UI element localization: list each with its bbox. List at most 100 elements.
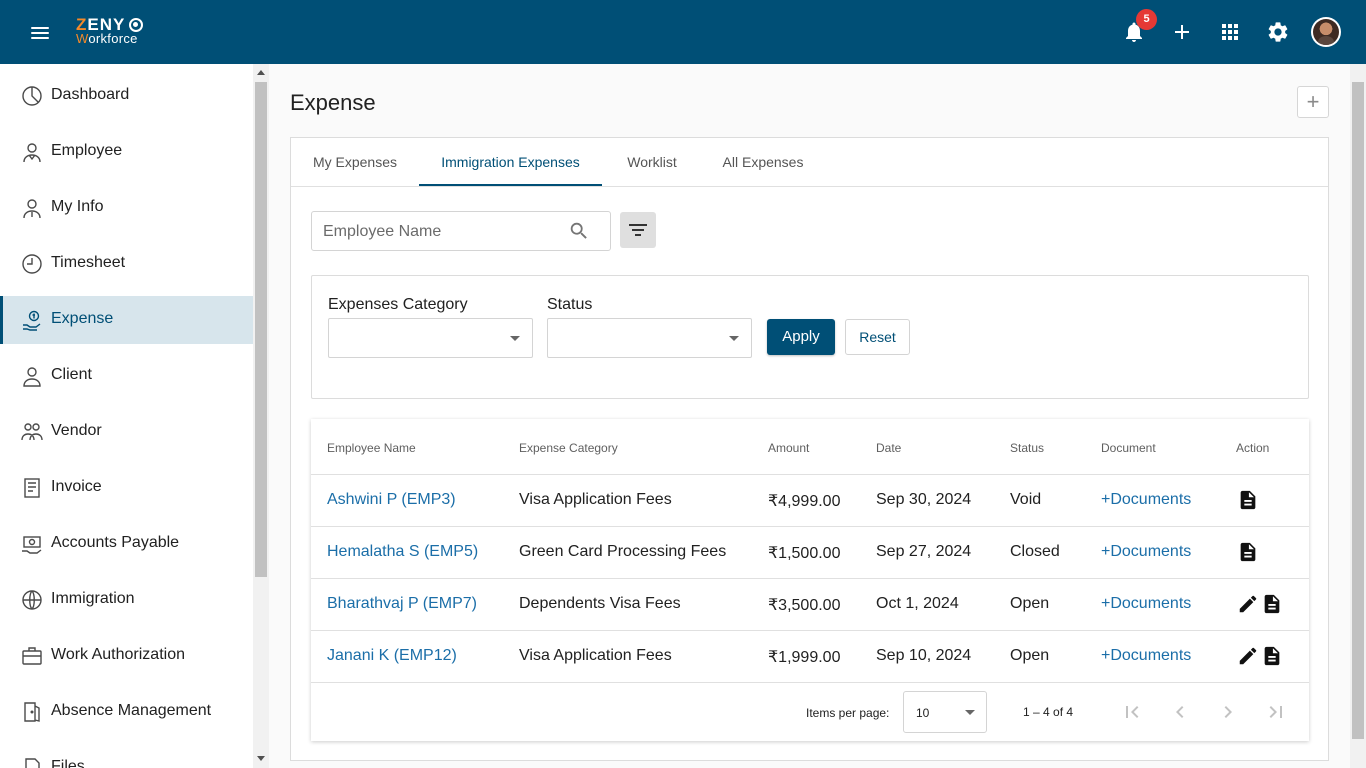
tab-bar: My Expenses Immigration Expenses Worklis… xyxy=(291,138,1328,187)
status-select[interactable] xyxy=(547,318,752,358)
dashboard-icon xyxy=(21,85,43,107)
sidebar-item-accounts-payable[interactable]: Accounts Payable xyxy=(0,520,253,568)
table-row: Ashwini P (EMP3) Visa Application Fees ₹… xyxy=(311,475,1309,527)
page-size-select[interactable]: 10 xyxy=(903,691,987,733)
menu-icon[interactable] xyxy=(28,21,52,43)
employee-icon xyxy=(21,141,43,163)
sidebar-item-my-info[interactable]: My Info xyxy=(0,184,253,232)
next-page-icon[interactable] xyxy=(1216,700,1240,724)
expense-icon xyxy=(21,309,43,331)
search-icon[interactable] xyxy=(568,220,590,242)
sidebar-item-label: Dashboard xyxy=(51,86,130,103)
filter-toggle-button[interactable] xyxy=(620,212,656,248)
main-scrollbar[interactable] xyxy=(1350,64,1366,768)
scroll-up-arrow[interactable] xyxy=(257,70,265,75)
previous-page-icon[interactable] xyxy=(1168,700,1192,724)
table-row: Hemalatha S (EMP5) Green Card Processing… xyxy=(311,527,1309,579)
gear-icon[interactable] xyxy=(1266,20,1290,44)
notification-badge[interactable]: 5 xyxy=(1136,9,1157,30)
top-app-bar: ZENY Workforce 5 xyxy=(0,0,1366,64)
sidebar-item-files[interactable]: Files xyxy=(0,744,253,768)
document-icon[interactable] xyxy=(1237,541,1259,563)
first-page-icon[interactable] xyxy=(1120,700,1144,724)
column-header[interactable]: Status xyxy=(1010,441,1044,455)
status-cell: Open xyxy=(1010,595,1050,612)
files-icon xyxy=(21,757,43,768)
document-icon[interactable] xyxy=(1261,593,1283,615)
employee-link[interactable]: Janani K (EMP12) xyxy=(327,647,457,665)
column-header[interactable]: Employee Name xyxy=(327,441,416,455)
employee-link[interactable]: Bharathvaj P (EMP7) xyxy=(327,595,477,613)
chevron-down-icon xyxy=(510,336,520,341)
expense-card: My Expenses Immigration Expenses Worklis… xyxy=(290,137,1329,761)
plus-icon[interactable] xyxy=(1170,20,1194,44)
scroll-down-arrow[interactable] xyxy=(257,756,265,761)
tab-all-expenses[interactable]: All Expenses xyxy=(702,138,824,186)
expense-category-cell: Visa Application Fees xyxy=(519,647,672,664)
sidebar-item-label: Invoice xyxy=(51,478,102,495)
sidebar-item-absence-management[interactable]: Absence Management xyxy=(0,688,253,736)
sidebar-item-vendor[interactable]: Vendor xyxy=(0,408,253,456)
door-icon xyxy=(21,701,43,723)
document-icon[interactable] xyxy=(1237,489,1259,511)
briefcase-icon xyxy=(21,645,43,667)
edit-icon[interactable] xyxy=(1237,645,1259,667)
add-documents-link[interactable]: +Documents xyxy=(1101,543,1191,561)
amount-cell: ₹3,500.00 xyxy=(768,597,841,614)
last-page-icon[interactable] xyxy=(1264,700,1288,724)
avatar[interactable] xyxy=(1311,17,1341,47)
expenses-category-label: Expenses Category xyxy=(328,296,468,313)
add-documents-link[interactable]: +Documents xyxy=(1101,647,1191,665)
sidebar-item-label: Timesheet xyxy=(51,254,126,271)
add-expense-button[interactable]: + xyxy=(1297,86,1329,118)
expenses-category-select[interactable] xyxy=(328,318,533,358)
vendor-icon xyxy=(21,421,43,443)
search-input[interactable] xyxy=(323,221,563,243)
sidebar-item-dashboard[interactable]: Dashboard xyxy=(0,72,253,120)
document-icon[interactable] xyxy=(1261,645,1283,667)
edit-icon[interactable] xyxy=(1237,593,1259,615)
chevron-down-icon xyxy=(965,710,975,715)
employee-link[interactable]: Hemalatha S (EMP5) xyxy=(327,543,478,561)
sidebar-item-immigration[interactable]: Immigration xyxy=(0,576,253,624)
sidebar-item-expense[interactable]: Expense xyxy=(0,296,253,344)
expense-category-cell: Dependents Visa Fees xyxy=(519,595,681,612)
logo[interactable]: ZENY Workforce xyxy=(76,16,156,48)
date-cell: Sep 10, 2024 xyxy=(876,647,972,664)
expense-table: Employee Name Expense Category Amount Da… xyxy=(311,419,1309,741)
sidebar-item-invoice[interactable]: Invoice xyxy=(0,464,253,512)
column-header[interactable]: Document xyxy=(1101,441,1156,455)
expense-category-cell: Visa Application Fees xyxy=(519,491,672,508)
sidebar-item-timesheet[interactable]: Timesheet xyxy=(0,240,253,288)
apply-button[interactable]: Apply xyxy=(767,319,835,355)
sidebar-item-label: Immigration xyxy=(51,590,135,607)
column-header[interactable]: Date xyxy=(876,441,901,455)
tab-immigration-expenses[interactable]: Immigration Expenses xyxy=(419,138,602,186)
sidebar-item-client[interactable]: Client xyxy=(0,352,253,400)
paginator: Items per page: 10 1 – 4 of 4 xyxy=(311,683,1309,741)
tab-worklist[interactable]: Worklist xyxy=(602,138,702,186)
main-content: Expense + My Expenses Immigration Expens… xyxy=(269,64,1350,768)
sidebar-item-label: Employee xyxy=(51,142,123,159)
apps-icon[interactable] xyxy=(1218,20,1242,44)
employee-link[interactable]: Ashwini P (EMP3) xyxy=(327,491,456,509)
scrollbar-thumb[interactable] xyxy=(255,82,267,577)
search-field[interactable] xyxy=(311,211,611,251)
sidebar-item-work-authorization[interactable]: Work Authorization xyxy=(0,632,253,680)
add-documents-link[interactable]: +Documents xyxy=(1101,595,1191,613)
expense-category-cell: Green Card Processing Fees xyxy=(519,543,727,560)
sidebar-item-employee[interactable]: Employee xyxy=(0,128,253,176)
scrollbar-thumb[interactable] xyxy=(1352,82,1364,739)
column-header[interactable]: Amount xyxy=(768,441,809,455)
sidebar-item-label: Client xyxy=(51,366,92,383)
tab-my-expenses[interactable]: My Expenses xyxy=(291,138,419,186)
amount-cell: ₹4,999.00 xyxy=(768,493,841,510)
sidebar-scrollbar[interactable] xyxy=(253,64,269,768)
client-icon xyxy=(21,365,43,387)
add-documents-link[interactable]: +Documents xyxy=(1101,491,1191,509)
reset-button[interactable]: Reset xyxy=(845,319,910,355)
logo-mark xyxy=(129,18,143,32)
page-range-label: 1 – 4 of 4 xyxy=(1023,705,1074,719)
table-row: Janani K (EMP12) Visa Application Fees ₹… xyxy=(311,631,1309,683)
column-header[interactable]: Expense Category xyxy=(519,441,618,455)
